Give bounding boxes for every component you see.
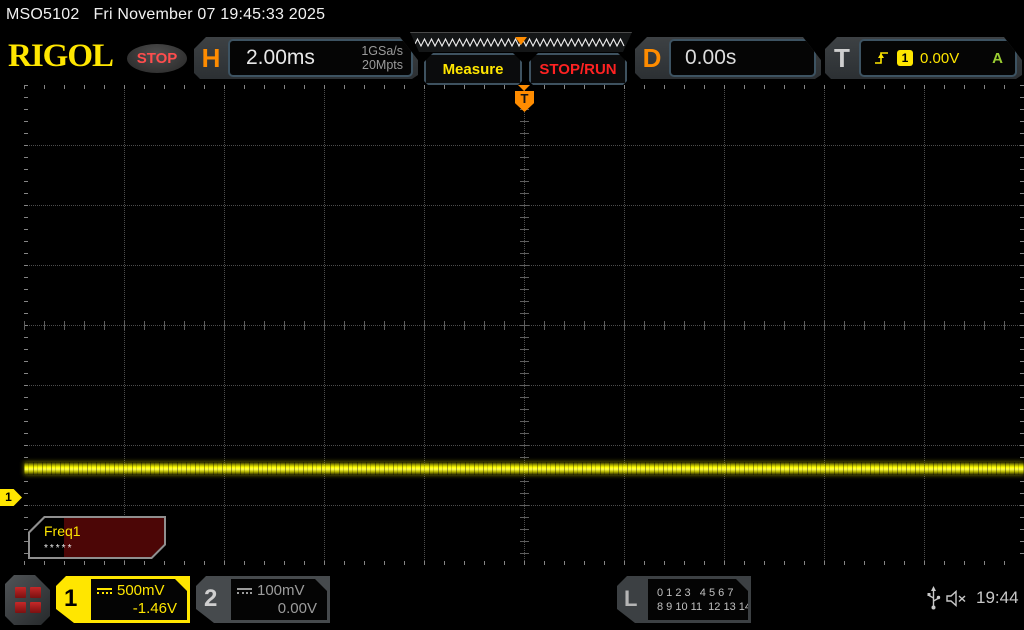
rising-edge-icon	[873, 50, 890, 66]
memory-depth: 20Mpts	[361, 58, 403, 72]
trigger-source-badge: 1	[897, 50, 913, 66]
stop-run-button[interactable]: STOP/RUN	[529, 53, 627, 85]
channel2-number: 2	[204, 585, 217, 613]
horizontal-panel[interactable]: H 2.00ms 1GSa/s 20Mpts	[194, 37, 418, 79]
run-state-badge: STOP	[127, 44, 187, 73]
channel2-status-box[interactable]: 2 100mV 0.00V	[196, 576, 330, 623]
channel2-scale: 100mV	[257, 582, 305, 599]
graticule-center-horizontal-ticks	[24, 321, 1024, 330]
channel2-screen: 100mV 0.00V	[231, 579, 327, 620]
channel1-status-box[interactable]: 1 500mV -1.46V	[56, 576, 190, 623]
channel1-scale: 500mV	[117, 582, 165, 599]
menu-grid-button[interactable]	[5, 575, 50, 625]
speaker-muted-icon	[946, 590, 972, 607]
measure-button[interactable]: Measure	[424, 53, 522, 85]
trigger-screen: 1 0.00V A	[859, 39, 1017, 77]
logic-channels-screen: 0 1 2 3 4 5 6 7 8 9 10 11 12 13 14 15	[648, 579, 748, 620]
clock-display: 19:44	[976, 588, 1019, 608]
channel1-screen: 500mV -1.46V	[91, 579, 187, 620]
logic-analyzer-status-box[interactable]: L 0 1 2 3 4 5 6 7 8 9 10 11 12 13 14 15	[617, 576, 751, 623]
logic-channels-row1: 0 1 2 3 4 5 6 7	[657, 587, 733, 599]
horizontal-label: H	[194, 43, 228, 74]
measurement-item-freq1[interactable]: Freq1 *****	[28, 516, 166, 559]
logic-label: L	[624, 586, 637, 612]
channel1-number: 1	[64, 585, 77, 613]
delay-value: 0.00s	[671, 46, 736, 70]
usb-icon	[926, 586, 941, 612]
delay-screen: 0.00s	[669, 39, 816, 77]
channel1-offset: -1.46V	[97, 600, 179, 617]
trigger-level-value: 0.00V	[920, 50, 959, 67]
memory-waveform-zigzag	[410, 33, 632, 52]
measurement-value: *****	[44, 543, 73, 554]
horizontal-screen: 2.00ms 1GSa/s 20Mpts	[228, 39, 413, 77]
sample-rate: 1GSa/s	[361, 44, 403, 58]
rigol-logo: RIGOL	[8, 38, 113, 75]
trigger-position-marker[interactable]: T	[515, 91, 534, 112]
trigger-panel[interactable]: T 1 0.00V A	[825, 37, 1022, 79]
measurement-item-inner: Freq1 *****	[30, 518, 164, 557]
trigger-sweep-mode: A	[992, 50, 1015, 67]
channel1-offset-marker[interactable]: 1	[0, 489, 22, 506]
grid-icon	[15, 587, 41, 613]
timebase-value: 2.00ms	[230, 46, 361, 70]
acquisition-info: 1GSa/s 20Mpts	[361, 44, 411, 72]
trigger-label: T	[825, 43, 859, 74]
channel1-waveform-trace	[24, 462, 1024, 475]
dc-coupling-icon	[237, 588, 252, 594]
logic-channels-row2: 8 9 10 11 12 13 14 15	[657, 601, 766, 613]
graticule: T	[24, 85, 1024, 565]
delay-panel[interactable]: D 0.00s	[635, 37, 821, 79]
delay-label: D	[635, 43, 669, 74]
status-bar: MSO5102 Fri November 07 19:45:33 2025	[6, 6, 325, 24]
datetime-text: Fri November 07 19:45:33 2025	[93, 6, 325, 23]
channel2-offset: 0.00V	[237, 600, 319, 617]
memory-position-bar[interactable]	[410, 32, 632, 52]
dc-coupling-icon	[97, 588, 112, 594]
model-name: MSO5102	[6, 6, 79, 23]
